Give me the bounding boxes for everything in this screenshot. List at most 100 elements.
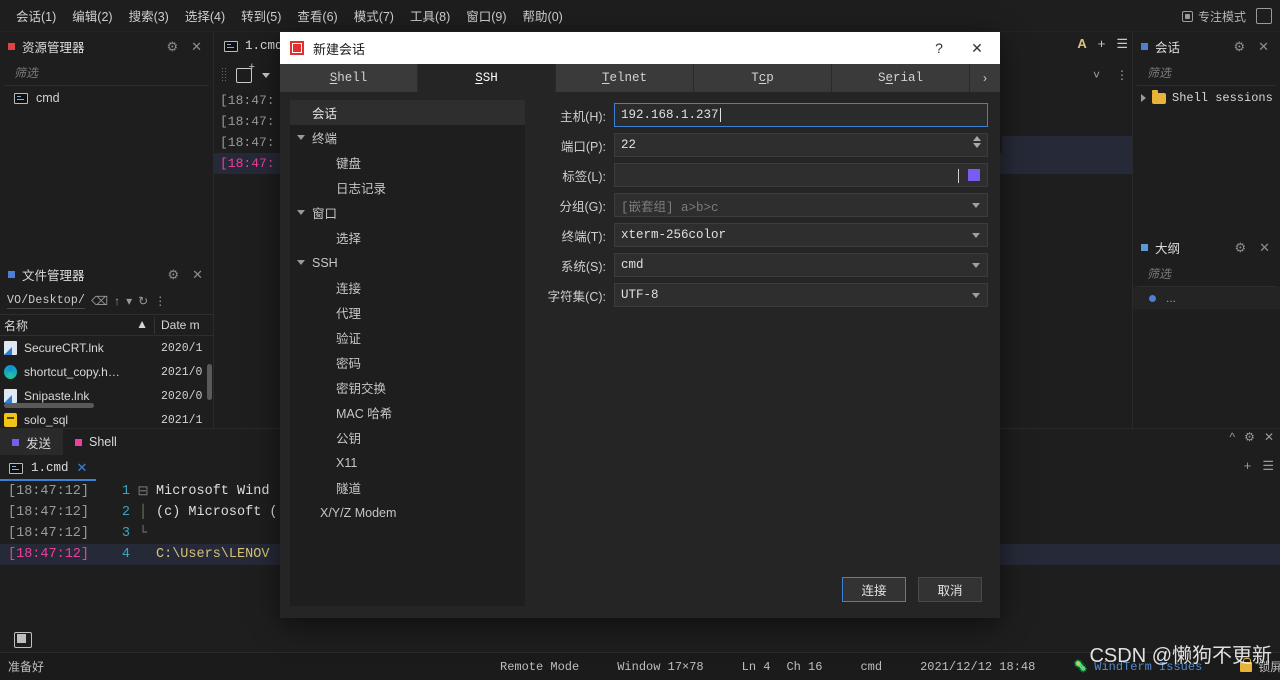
toolbar-grip[interactable] <box>222 68 226 82</box>
chevron-down-icon[interactable] <box>297 260 305 265</box>
menu-item-select[interactable]: 选择(4) <box>177 2 233 29</box>
window-layout-button[interactable] <box>1256 8 1272 24</box>
up-icon[interactable]: ↑ <box>114 295 120 307</box>
more-icon[interactable]: ⋮ <box>1116 68 1128 82</box>
explorer-item-cmd[interactable]: cmd <box>0 86 213 110</box>
tree-item-keyboard[interactable]: 键盘 <box>290 150 525 175</box>
menu-icon[interactable]: ☰ <box>1116 36 1128 52</box>
tree-item-mac-hash[interactable]: MAC 哈希 <box>290 400 525 425</box>
dialog-titlebar[interactable]: 新建会话 ? ✕ <box>280 32 1000 64</box>
close-icon[interactable]: ✕ <box>958 32 996 64</box>
column-header-name[interactable]: 名称 <box>4 317 28 334</box>
explorer-filter-input[interactable]: 筛选 <box>4 60 209 86</box>
menu-icon[interactable]: ☰ <box>1262 458 1274 474</box>
gear-icon[interactable]: ⚙ <box>1230 40 1248 53</box>
tree-item-public-key[interactable]: 公钥 <box>290 425 525 450</box>
dialog-tab-serial[interactable]: Serial <box>832 64 970 92</box>
bottom-tab-shell[interactable]: Shell <box>63 429 129 455</box>
chevron-right-icon[interactable] <box>1141 94 1146 102</box>
font-icon[interactable]: A <box>1077 36 1086 52</box>
chevron-down-icon[interactable] <box>972 263 980 268</box>
close-icon[interactable]: ✕ <box>77 461 88 476</box>
clear-icon[interactable]: ⌫ <box>91 295 108 307</box>
tree-item-ssh[interactable]: SSH <box>290 250 525 275</box>
menu-item-window[interactable]: 窗口(9) <box>458 2 514 29</box>
tree-item-window[interactable]: 窗口 <box>290 200 525 225</box>
tree-item-tunnel[interactable]: 隧道 <box>290 475 525 500</box>
bottom-tab-send[interactable]: 发送 <box>0 429 64 455</box>
tag-input[interactable] <box>614 163 988 187</box>
tree-item-xyz-modem[interactable]: X/Y/Z Modem <box>290 500 525 525</box>
session-item-shell-sessions[interactable]: Shell sessions <box>1133 86 1280 110</box>
group-select[interactable]: [嵌套组] a>b>c <box>614 193 988 217</box>
menu-item-mode[interactable]: 模式(7) <box>346 2 402 29</box>
plus-icon[interactable]: + <box>1098 36 1106 52</box>
status-issues-link[interactable]: WindTerm Issues <box>1094 660 1202 674</box>
gear-icon[interactable]: ⚙ <box>1244 430 1255 444</box>
host-input[interactable]: 192.168.1.237 <box>614 103 988 127</box>
system-select[interactable]: cmd <box>614 253 988 277</box>
outline-item[interactable]: ... <box>1133 287 1280 309</box>
close-icon[interactable]: ✕ <box>1255 40 1272 53</box>
file-row[interactable]: SecureCRT.lnk 2020/1 <box>0 336 214 360</box>
chevron-down-icon[interactable]: ˅ <box>1093 68 1100 82</box>
chevron-down-icon[interactable] <box>297 210 305 215</box>
tree-item-key-exchange[interactable]: 密钥交换 <box>290 375 525 400</box>
bottom-subtab-1cmd[interactable]: 1.cmd ✕ <box>0 455 97 481</box>
tree-item-x11[interactable]: X11 <box>290 450 525 475</box>
tree-item-terminal[interactable]: 终端 <box>290 125 525 150</box>
gear-icon[interactable]: ⚙ <box>163 40 181 53</box>
port-stepper[interactable] <box>973 136 981 148</box>
column-header-date[interactable]: Date m <box>155 318 200 332</box>
stepper-up-icon[interactable] <box>973 136 981 141</box>
terminal-select[interactable]: xterm-256color <box>614 223 988 247</box>
gear-icon[interactable]: ⚙ <box>164 268 182 281</box>
charset-select[interactable]: UTF-8 <box>614 283 988 307</box>
sessions-filter-input[interactable]: 筛选 <box>1137 60 1276 86</box>
menu-item-session[interactable]: 会话(1) <box>8 2 64 29</box>
tree-item-logging[interactable]: 日志记录 <box>290 175 525 200</box>
tree-item-password[interactable]: 密码 <box>290 350 525 375</box>
dialog-tab-tcp[interactable]: Tcp <box>694 64 832 92</box>
tree-item-proxy[interactable]: 代理 <box>290 300 525 325</box>
menu-item-goto[interactable]: 转到(5) <box>233 2 289 29</box>
dialog-tab-telnet[interactable]: Telnet <box>556 64 694 92</box>
close-icon[interactable]: ✕ <box>189 268 206 281</box>
tree-item-connection[interactable]: 连接 <box>290 275 525 300</box>
menu-item-view[interactable]: 查看(6) <box>289 2 345 29</box>
menu-item-tools[interactable]: 工具(8) <box>402 2 458 29</box>
file-list-hscrollbar[interactable] <box>4 403 94 408</box>
close-icon[interactable]: ✕ <box>1264 430 1274 444</box>
focus-mode-button[interactable]: 专注模式 <box>1181 0 1246 32</box>
status-window-size[interactable]: Window 17×78 <box>617 660 703 674</box>
status-remote-mode[interactable]: Remote Mode <box>500 660 579 674</box>
status-shell[interactable]: cmd <box>860 660 882 674</box>
dialog-tab-ssh[interactable]: SSH <box>418 64 556 92</box>
tree-item-session[interactable]: 会话 <box>290 100 525 125</box>
outline-filter-input[interactable]: 筛选 <box>1137 261 1277 287</box>
gear-icon[interactable]: ⚙ <box>1231 241 1249 254</box>
more-icon[interactable]: ⋮ <box>154 295 166 307</box>
close-icon[interactable]: ✕ <box>188 40 205 53</box>
chevron-down-icon[interactable] <box>297 135 305 140</box>
menu-item-edit[interactable]: 编辑(2) <box>64 2 120 29</box>
tree-item-authentication[interactable]: 验证 <box>290 325 525 350</box>
status-column[interactable]: Ch 16 <box>786 660 822 674</box>
file-row[interactable]: shortcut_copy.h… 2021/0 <box>0 360 214 384</box>
help-icon[interactable]: ? <box>920 32 958 64</box>
chevron-down-icon[interactable] <box>972 293 980 298</box>
status-lock-label[interactable]: 锁屏 <box>1258 658 1280 675</box>
cancel-button[interactable]: 取消 <box>918 577 982 602</box>
fold-icon[interactable]: ⊟ <box>130 483 156 500</box>
stepper-down-icon[interactable] <box>973 143 981 148</box>
port-input[interactable]: 22 <box>614 133 988 157</box>
dropdown-caret-icon[interactable] <box>262 72 270 78</box>
collapse-icon[interactable]: ^ <box>1230 430 1236 444</box>
chevron-down-icon[interactable] <box>972 233 980 238</box>
tag-color-swatch[interactable] <box>968 169 980 181</box>
new-tab-icon[interactable] <box>236 61 255 83</box>
dialog-tabs-more-icon[interactable]: › <box>970 64 1000 92</box>
status-line[interactable]: Ln 4 <box>742 660 771 674</box>
connect-button[interactable]: 连接 <box>842 577 906 602</box>
menu-item-help[interactable]: 帮助(0) <box>515 2 571 29</box>
